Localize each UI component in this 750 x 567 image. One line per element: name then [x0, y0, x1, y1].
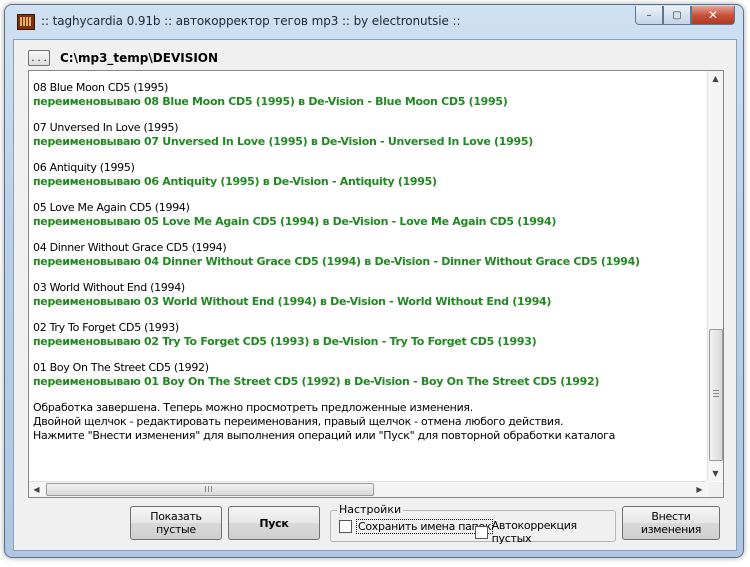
original-name: 01 Boy On The Street CD5 (1992)	[33, 361, 209, 374]
original-name: 04 Dinner Without Grace CD5 (1994)	[33, 241, 227, 254]
rename-action: переименовываю 03 World Without End (199…	[33, 295, 552, 308]
original-name: 02 Try To Forget CD5 (1993)	[33, 321, 179, 334]
log-entry[interactable]: 08 Blue Moon CD5 (1995) переименовываю 0…	[33, 81, 703, 109]
scroll-right-arrow-icon[interactable]: ▶	[692, 482, 707, 497]
horizontal-scroll-thumb[interactable]	[46, 483, 374, 496]
settings-title: Настройки	[337, 503, 404, 516]
status-line: Нажмите "Внести изменения" для выполнени…	[33, 429, 616, 442]
keep-folder-names-checkbox[interactable]	[339, 520, 352, 533]
original-name: 08 Blue Moon CD5 (1995)	[33, 81, 169, 94]
status-line: Обработка завершена. Теперь можно просмо…	[33, 401, 473, 414]
close-icon: ✕	[707, 8, 719, 22]
original-name: 05 Love Me Again CD5 (1994)	[33, 201, 190, 214]
app-icon	[17, 14, 35, 30]
scroll-down-arrow-icon[interactable]: ▼	[708, 466, 723, 481]
keep-folder-names-option[interactable]: Сохранить имена папок	[339, 519, 494, 534]
log-entry[interactable]: 01 Boy On The Street CD5 (1992) переимен…	[33, 361, 703, 389]
grip-icon	[713, 390, 719, 397]
log-entry[interactable]: 06 Antiquity (1995) переименовываю 06 An…	[33, 161, 703, 189]
client-area: . . . C:\mp3_temp\DEVISION 08 Blue Moon …	[13, 39, 737, 551]
log-panel[interactable]: 08 Blue Moon CD5 (1995) переименовываю 0…	[28, 70, 724, 498]
autocorrect-empty-label: Автокоррекция пустых	[491, 519, 578, 545]
log-entry[interactable]: 02 Try To Forget CD5 (1993) переименовыв…	[33, 321, 703, 349]
rename-action: переименовываю 02 Try To Forget CD5 (199…	[33, 335, 537, 348]
keep-folder-names-label: Сохранить имена папок	[356, 519, 494, 534]
rename-action: переименовываю 04 Dinner Without Grace C…	[33, 255, 640, 268]
log-entry[interactable]: 03 World Without End (1994) переименовыв…	[33, 281, 703, 309]
rename-action: переименовываю 07 Unversed In Love (1995…	[33, 135, 533, 148]
rename-action: переименовываю 05 Love Me Again CD5 (199…	[33, 215, 557, 228]
grip-icon	[205, 486, 212, 492]
autocorrect-empty-checkbox[interactable]	[475, 525, 488, 539]
scroll-left-arrow-icon[interactable]: ◀	[29, 482, 44, 497]
close-button[interactable]: ✕	[691, 6, 735, 25]
scrollbar-corner	[708, 482, 723, 497]
horizontal-scrollbar[interactable]: ◀ ▶	[29, 481, 707, 497]
rename-action: переименовываю 06 Antiquity (1995) в De-…	[33, 175, 437, 188]
show-empty-button[interactable]: Показать пустые	[130, 506, 222, 540]
apply-changes-button[interactable]: Внести изменения	[622, 506, 720, 540]
vertical-scrollbar[interactable]: ▲ ▼	[707, 71, 723, 481]
log-entry[interactable]: 05 Love Me Again CD5 (1994) переименовыв…	[33, 201, 703, 229]
window-title: :: taghycardia 0.91b :: автокорректор те…	[41, 14, 461, 28]
app-window: :: taghycardia 0.91b :: автокорректор те…	[4, 4, 744, 558]
autocorrect-empty-option[interactable]: Автокоррекция пустых	[475, 519, 615, 545]
folder-path: C:\mp3_temp\DEVISION	[60, 51, 219, 65]
maximize-icon: ▢	[672, 9, 682, 21]
original-name: 06 Antiquity (1995)	[33, 161, 135, 174]
status-line: Двойной щелчок - редактировать переимено…	[33, 415, 564, 428]
log-entry[interactable]: 07 Unversed In Love (1995) переименовыва…	[33, 121, 703, 149]
original-name: 03 World Without End (1994)	[33, 281, 185, 294]
original-name: 07 Unversed In Love (1995)	[33, 121, 179, 134]
start-button[interactable]: Пуск	[228, 506, 320, 540]
title-bar[interactable]: :: taghycardia 0.91b :: автокорректор те…	[5, 5, 743, 37]
log-entry[interactable]: 04 Dinner Without Grace CD5 (1994) переи…	[33, 241, 703, 269]
rename-action: переименовываю 08 Blue Moon CD5 (1995) в…	[33, 95, 508, 108]
browse-folder-button[interactable]: . . .	[28, 50, 50, 66]
scroll-up-arrow-icon[interactable]: ▲	[708, 71, 723, 86]
minimize-icon: –	[646, 9, 652, 21]
maximize-button[interactable]: ▢	[663, 6, 691, 25]
minimize-button[interactable]: –	[635, 6, 663, 25]
vertical-scroll-thumb[interactable]	[709, 329, 723, 461]
caption-buttons: – ▢ ✕	[635, 6, 735, 26]
rename-action: переименовываю 01 Boy On The Street CD5 …	[33, 375, 600, 388]
settings-group: Настройки Сохранить имена папок Автокорр…	[330, 503, 616, 545]
log-content: 08 Blue Moon CD5 (1995) переименовываю 0…	[33, 81, 703, 443]
